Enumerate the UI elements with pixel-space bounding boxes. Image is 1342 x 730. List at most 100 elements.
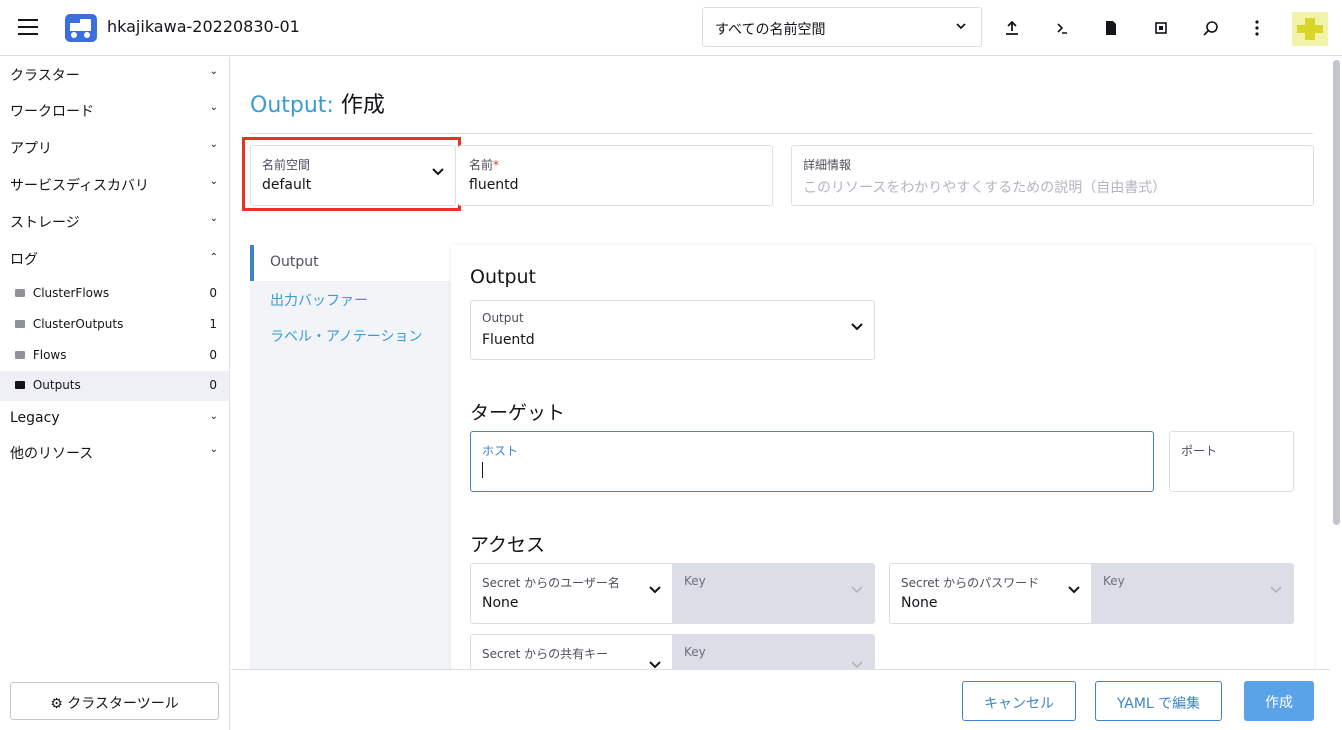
highlight-box [242,137,461,211]
nav-group-service-discovery[interactable]: サービスディスカバリ ⌄ [0,167,229,201]
top-header: hkajikawa-20220830-01 すべての名前空間 [0,0,1342,56]
tab-label: 出力バッファー [270,293,368,309]
output-type-label: Output [482,311,524,325]
username-secret-value: None [482,595,519,611]
description-label: 詳細情報 [803,158,852,172]
chevron-up-icon: ⌃ [209,252,218,263]
username-key-select: Key [672,563,875,624]
cluster-tools-label: クラスターツール [67,696,179,712]
item-count: 0 [209,286,217,300]
sidebar-item-clusterflows[interactable]: ClusterFlows 0 [0,279,229,309]
sidebar-item-clusteroutputs[interactable]: ClusterOutputs 1 [0,310,229,340]
item-count: 1 [209,317,217,331]
chevron-down-icon: ⌄ [209,66,218,77]
description-placeholder: このリソースをわかりやすくするための説明（自由書式） [803,180,1167,196]
chevron-down-icon [1269,582,1283,600]
sidebar-item-label: ClusterOutputs [32,317,124,331]
output-heading: Output [470,266,536,288]
nav-group-legacy[interactable]: Legacy ⌄ [0,402,229,436]
namespace-filter[interactable]: すべての名前空間 [702,7,982,47]
sidebar-item-label: ClusterFlows [32,286,110,300]
chevron-down-icon [1067,582,1081,600]
password-secret-value: None [901,595,938,611]
nav-group-workload[interactable]: ワークロード ⌄ [0,93,229,127]
search-icon[interactable] [1197,14,1225,42]
page-title-kind: Output: [250,93,334,118]
tab-output[interactable]: Output [250,245,451,281]
chevron-down-icon: ⌄ [209,139,218,150]
copy-icon[interactable] [1147,14,1175,42]
main-content: Output: 作成 名前空間 default 名前* fluentd 詳細情報… [231,57,1330,669]
key-label: Key [684,645,706,659]
upload-icon[interactable] [998,14,1026,42]
port-label: ポート [1181,444,1218,458]
nav-group-label: 他のリソース [10,446,94,462]
nav-group-label: ストレージ [10,215,80,231]
chevron-down-icon: ⌄ [209,444,218,455]
tab-output-buffer[interactable]: 出力バッファー [250,281,451,317]
host-label: ホスト [482,444,519,458]
tab-labels-annotations[interactable]: ラベル・アノテーション [250,317,451,353]
chevron-down-icon: ⌄ [209,213,218,224]
shared-key-secret-label: Secret からの共有キー [482,647,609,661]
nav-group-logging[interactable]: ログ ⌃ [0,241,229,275]
chevron-down-icon: ⌄ [209,102,218,113]
chevron-down-icon [850,582,864,600]
password-secret-select[interactable]: Secret からのパスワード None [889,563,1091,624]
folder-icon [15,381,25,389]
name-value: fluentd [469,177,519,193]
password-secret-label: Secret からのパスワード [901,576,1040,590]
chevron-down-icon [955,20,967,36]
chevron-down-icon [648,582,662,600]
more-icon[interactable] [1243,14,1271,42]
sidebar-item-outputs[interactable]: Outputs 0 [0,371,229,401]
sidebar-item-flows[interactable]: Flows 0 [0,341,229,371]
form-footer: キャンセル YAML で編集 作成 [231,669,1330,730]
folder-icon [15,320,25,328]
nav-group-cluster[interactable]: クラスター ⌄ [0,57,229,91]
nav-group-more-resources[interactable]: 他のリソース ⌄ [0,435,229,469]
name-label: 名前* [469,158,500,172]
tab-label: ラベル・アノテーション [270,329,423,345]
key-label: Key [1103,574,1125,588]
target-heading: ターゲット [470,402,566,424]
nav-group-label: Legacy [10,410,60,426]
cluster-icon [65,14,97,42]
cluster-name: hkajikawa-20220830-01 [107,17,300,36]
chevron-down-icon [648,657,662,669]
file-icon[interactable] [1097,14,1125,42]
port-input[interactable]: ポート [1169,431,1294,492]
chevron-down-icon [850,319,864,337]
password-key-select: Key [1091,563,1294,624]
description-field[interactable]: 詳細情報 このリソースをわかりやすくするための説明（自由書式） [791,145,1314,206]
cancel-button[interactable]: キャンセル [962,681,1076,721]
name-field[interactable]: 名前* fluentd [458,145,773,206]
scrollbar[interactable] [1333,60,1340,525]
chevron-down-icon: ⌄ [209,176,218,187]
nav-group-label: サービスディスカバリ [10,178,150,194]
sidebar: クラスター ⌄ ワークロード ⌄ アプリ ⌄ サービスディスカバリ ⌄ ストレー… [0,57,230,730]
cluster-tools-button[interactable]: ⚙ クラスターツール [10,682,219,720]
nav-group-apps[interactable]: アプリ ⌄ [0,130,229,164]
edit-yaml-button[interactable]: YAML で編集 [1095,681,1222,721]
key-label: Key [684,574,706,588]
tab-label: Output [270,254,319,270]
nav-group-label: クラスター [10,68,80,84]
username-secret-select[interactable]: Secret からのユーザー名 None [470,563,672,624]
nav-group-label: ログ [10,252,38,268]
page-title: Output: 作成 [250,87,385,119]
terminal-icon[interactable] [1048,14,1076,42]
gear-icon: ⚙ [50,696,63,712]
username-secret-label: Secret からのユーザー名 [482,576,620,590]
item-count: 0 [209,378,217,392]
chevron-down-icon: ⌄ [209,411,218,422]
output-type-select[interactable]: Output Fluentd [470,300,875,360]
user-avatar[interactable] [1292,12,1328,46]
create-button[interactable]: 作成 [1244,681,1314,721]
host-input[interactable]: ホスト [470,431,1154,492]
sidebar-item-label: Flows [32,348,67,362]
chevron-down-icon [850,657,864,669]
nav-group-storage[interactable]: ストレージ ⌄ [0,204,229,238]
menu-icon[interactable] [18,19,38,37]
shared-key-secret-select[interactable]: Secret からの共有キー [470,634,672,669]
